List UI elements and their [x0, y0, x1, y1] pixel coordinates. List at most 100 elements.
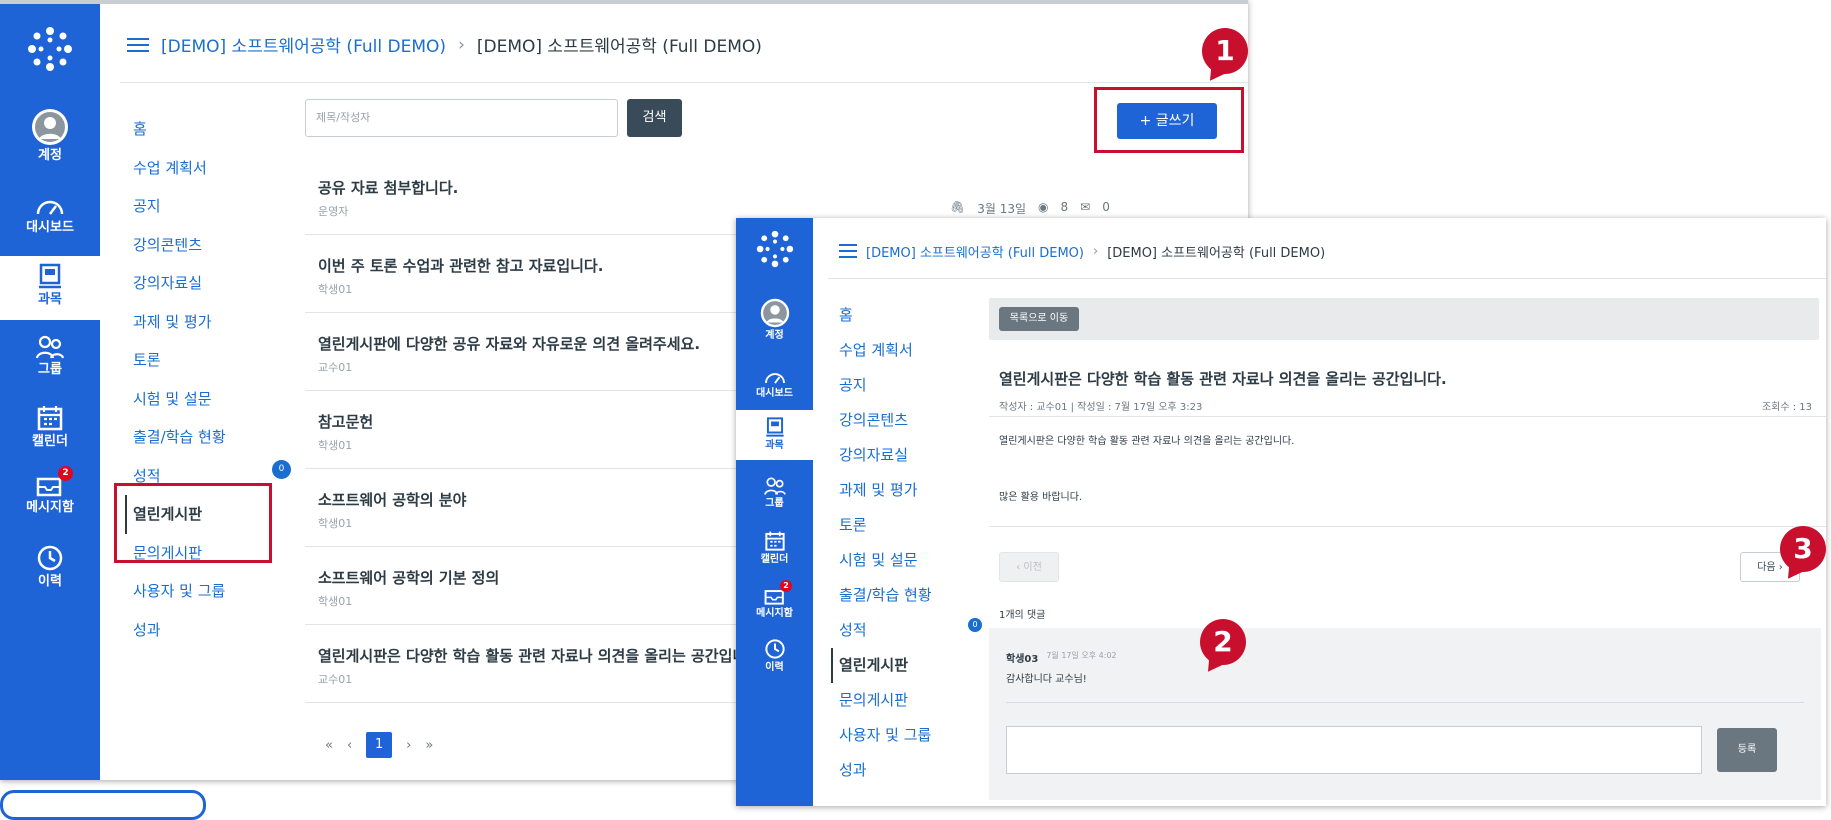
nav-account[interactable]: 계정 [0, 108, 100, 162]
hamburger-menu-icon[interactable] [127, 34, 149, 56]
post-title[interactable]: 열린게시판은 다양한 학습 활동 관련 자료나 의견을 올리는 공간입니다. [318, 645, 766, 666]
canvas-logo-detail[interactable] [736, 230, 813, 271]
course-nav-item[interactable]: 공지 [133, 187, 226, 226]
nav-account-detail[interactable]: 계정 [736, 298, 813, 341]
nav-groups[interactable]: 그룹 [0, 334, 100, 376]
nav-courses[interactable]: 과목 [0, 256, 100, 320]
post-date: 3월 13일 [977, 202, 1027, 216]
nav-inbox-label: 메시지함 [756, 608, 793, 619]
courses-icon [39, 263, 61, 289]
inbox-count-badge: 2 [780, 580, 792, 592]
dashboard-icon [36, 200, 64, 215]
course-nav-item[interactable]: 토론 [133, 341, 226, 380]
page-last[interactable]: » [425, 738, 433, 753]
post-author: 학생01 [318, 283, 353, 296]
search-input[interactable]: 제목/작성자 [305, 99, 618, 137]
comment-time: 7월 17일 오후 4:02 [1046, 651, 1117, 660]
nav-account-label: 계정 [38, 148, 62, 163]
highlight-board-nav [114, 483, 272, 563]
comment-input[interactable] [1006, 726, 1702, 774]
breadcrumb-course-link[interactable]: [DEMO] 소프트웨어공학 (Full DEMO) [866, 242, 1084, 261]
submit-comment-button[interactable]: 등록 [1717, 728, 1777, 772]
post-author: 교수01 [318, 361, 353, 374]
header-divider [828, 278, 1826, 279]
nav-courses-label: 과목 [765, 440, 784, 451]
breadcrumb-course-link[interactable]: [DEMO] 소프트웨어공학 (Full DEMO) [161, 32, 446, 57]
search-button[interactable]: 검색 [627, 99, 682, 137]
nav-dashboard[interactable]: 대시보드 [0, 194, 100, 234]
canvas-logo-icon [756, 230, 793, 268]
course-nav-item[interactable]: 과제 및 평가 [839, 473, 932, 508]
post-title[interactable]: 열린게시판에 다양한 공유 자료와 자유로운 의견 올려주세요. [318, 333, 700, 354]
body-divider [989, 526, 1826, 527]
nav-courses-label: 과목 [38, 292, 62, 307]
course-nav-item[interactable]: 사용자 및 그룹 [839, 718, 932, 753]
post-title[interactable]: 참고문헌 [318, 411, 373, 432]
post-title[interactable]: 공유 자료 첨부합니다. [318, 177, 458, 198]
nav-inbox-detail[interactable]: 2 메시지함 [736, 580, 813, 619]
course-nav-item[interactable]: 성적 [839, 613, 932, 648]
course-nav-item[interactable]: 강의콘텐츠 [133, 226, 226, 265]
course-nav-item[interactable]: 홈 [839, 298, 932, 333]
course-nav-item[interactable]: 시험 및 설문 [839, 543, 932, 578]
comments-icon: ✉ [1080, 200, 1091, 214]
header-divider [120, 82, 1248, 83]
post-title[interactable]: 소프트웨어 공학의 기본 정의 [318, 567, 499, 588]
nav-inbox[interactable]: 2 메시지함 [0, 466, 100, 514]
post-title[interactable]: 소프트웨어 공학의 분야 [318, 489, 466, 510]
page-prev[interactable]: ‹ [347, 738, 352, 753]
inbox-count-badge: 2 [58, 466, 73, 481]
nav-calendar-detail[interactable]: 캘린더 [736, 530, 813, 565]
course-nav-item[interactable]: 공지 [839, 368, 932, 403]
breadcrumb-current: [DEMO] 소프트웨어공학 (Full DEMO) [476, 37, 762, 57]
course-nav-item[interactable]: 성과 [839, 753, 932, 788]
nav-calendar[interactable]: 캘린더 [0, 404, 100, 448]
post-author: 학생01 [318, 517, 353, 530]
page-first[interactable]: « [325, 738, 333, 753]
post-title[interactable]: 이번 주 토론 수업과 관련한 참고 자료입니다. [318, 255, 603, 276]
nav-history-detail[interactable]: 이력 [736, 638, 813, 673]
course-nav-item[interactable]: 강의자료실 [839, 438, 932, 473]
nav-courses-detail[interactable]: 과목 [736, 410, 813, 460]
page-next[interactable]: › [406, 738, 411, 753]
history-clock-icon [37, 545, 63, 571]
canvas-logo-icon [28, 27, 72, 71]
course-nav-item[interactable]: 강의콘텐츠 [839, 403, 932, 438]
floating-panel-edge [0, 790, 206, 820]
course-nav-item[interactable]: 출결/학습 현황 [839, 578, 932, 613]
post-views: 8 [1060, 200, 1069, 214]
post-author: 교수01 [318, 673, 353, 686]
calendar-icon [764, 531, 785, 551]
course-nav-item[interactable]: 과제 및 평가 [133, 303, 226, 342]
nav-dashboard-detail[interactable]: 대시보드 [736, 368, 813, 399]
course-nav-item[interactable]: 토론 [839, 508, 932, 543]
course-nav-item[interactable]: 사용자 및 그룹 [133, 572, 226, 611]
breadcrumb: [DEMO] 소프트웨어공학 (Full DEMO) › [DEMO] 소프트웨… [127, 32, 762, 57]
hamburger-menu-icon[interactable] [839, 240, 857, 262]
course-nav-item[interactable]: 문의게시판 [839, 683, 932, 718]
global-nav: 계정 대시보드 과목 그룹 캘린더 2 메시지함 이력 [0, 4, 100, 780]
canvas-logo[interactable] [0, 26, 100, 75]
post-views: 조회수 : 13 [1761, 402, 1812, 413]
prev-post-button[interactable]: ‹ 이전 [999, 552, 1059, 582]
course-nav-item[interactable]: 성과 [133, 611, 226, 650]
back-to-list-button[interactable]: 목록으로 이동 [999, 307, 1079, 331]
history-clock-icon [764, 639, 785, 659]
course-nav-item[interactable]: 강의자료실 [133, 264, 226, 303]
nav-groups-detail[interactable]: 그룹 [736, 476, 813, 509]
post-body-line1: 열린게시판은 다양한 학습 활동 관련 자료나 의견을 올리는 공간입니다. [999, 436, 1295, 447]
page-current[interactable]: 1 [366, 732, 393, 758]
nav-history[interactable]: 이력 [0, 544, 100, 588]
post-meta: 작성자 : 교수01 | 작성일 : 7월 17일 오후 3:23 [999, 402, 1203, 413]
global-nav-detail: 계정 대시보드 과목 그룹 캘린더 2 메시지함 이력 [736, 218, 813, 806]
course-nav-item[interactable]: 수업 계획서 [839, 333, 932, 368]
course-nav-item[interactable]: 열린게시판 [831, 648, 932, 683]
nav-history-label: 이력 [765, 662, 784, 673]
nav-account-label: 계정 [765, 330, 784, 341]
breadcrumb-separator: › [1092, 243, 1099, 259]
comment-section: 학생03 7월 17일 오후 4:02 감사합니다 교수님! 등록 [989, 628, 1821, 800]
course-nav-item[interactable]: 시험 및 설문 [133, 380, 226, 419]
course-nav-item[interactable]: 수업 계획서 [133, 149, 226, 188]
course-nav-item[interactable]: 홈 [133, 110, 226, 149]
course-nav-item[interactable]: 출결/학습 현황 [133, 418, 226, 457]
